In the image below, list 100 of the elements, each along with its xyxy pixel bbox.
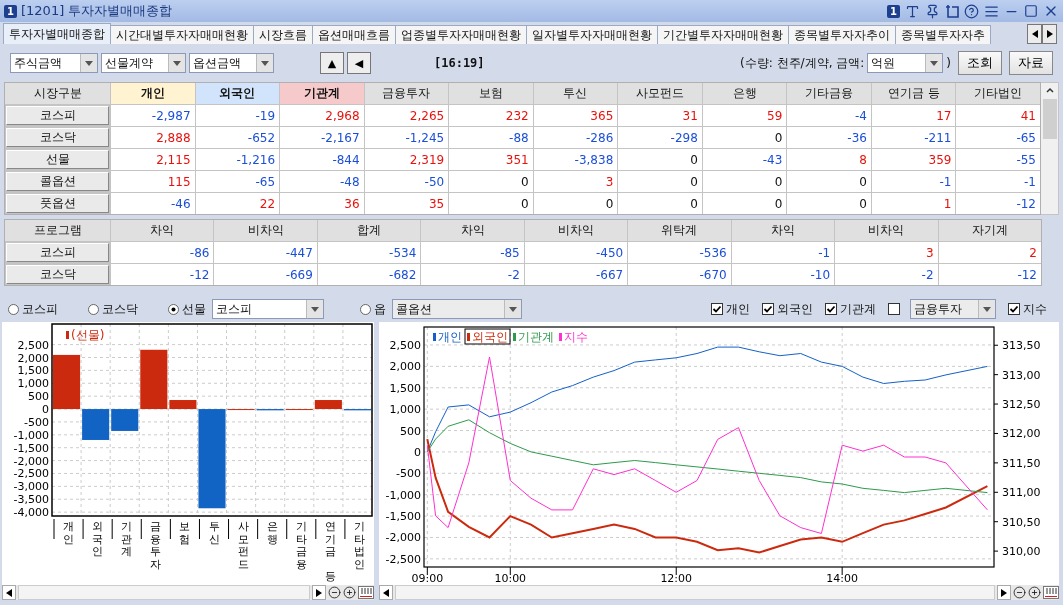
columns-icon[interactable] [1043,586,1059,599]
table-cell: 232 [449,105,533,126]
axis-label: -3,000 [13,480,49,494]
checkbox-icon[interactable] [711,303,723,315]
dropdown[interactable]: 코스피 [212,299,324,319]
tab[interactable]: 종목별투자자추 [895,25,991,44]
checkbox[interactable]: 지수 [1008,300,1047,318]
row-header-button[interactable]: 코스닥 [6,265,109,284]
dropdown[interactable]: 옵션금액 [189,53,274,73]
radio-icon[interactable] [168,303,179,315]
action-button[interactable]: 자료 [1009,51,1053,75]
scrollbar-thumb[interactable] [1042,99,1057,139]
table-cell: 365 [533,105,618,126]
axis-label: 09:00 [411,572,444,585]
corner-icon[interactable] [945,4,959,18]
tab[interactable]: 시장흐름 [253,25,313,44]
axis-label: 10:00 [494,572,527,585]
radio-icon[interactable] [8,303,19,315]
radio-button[interactable]: 옵 [360,300,386,318]
radio-button[interactable]: 선물 [168,300,206,318]
checkbox-icon[interactable] [762,303,774,315]
category-label: 투신 [208,520,220,546]
caret-icon [80,54,97,72]
tab[interactable]: 시간대별투자자매매현황 [110,25,254,44]
row-header-button[interactable]: 콜옵션 [6,172,109,191]
table-cell: -534 [317,242,421,263]
scroll-left-button[interactable] [1027,24,1042,44]
caret-icon [168,54,185,72]
zoom-in-icon[interactable] [1028,586,1041,599]
tab[interactable]: 기간별투자자매매현황 [657,25,789,44]
table-cell: 2,115 [111,149,195,170]
legend-item[interactable]: 개인 [433,330,462,344]
zoom-out-icon[interactable] [1013,586,1026,599]
table-cell: -669 [214,264,317,285]
row-header-button[interactable]: 코스피 [6,106,109,125]
checkbox[interactable]: 외국인 [762,300,813,318]
category-label: 금융투자 [150,520,162,571]
radio-icon[interactable] [88,303,99,315]
axis-label: 2,500 [389,338,421,352]
radio-button[interactable]: 코스피 [8,300,58,318]
maximize-icon[interactable] [1024,4,1038,18]
row-header-button[interactable]: 풋옵션 [6,194,109,213]
row-header-button[interactable]: 코스피 [6,243,109,262]
checkbox-icon[interactable] [825,303,837,315]
column-header: 차익 [111,220,214,241]
table-cell: -43 [702,149,787,170]
radio-button[interactable]: 코스닥 [88,300,138,318]
legend-item[interactable]: 외국인 [464,328,511,345]
help-icon[interactable] [964,3,979,19]
axis-label: -1,000 [13,428,49,442]
table-cell: -65 [956,127,1040,148]
legend-item[interactable]: 기관계 [513,330,554,344]
dropdown[interactable]: 금융투자 [910,299,996,319]
scroll-right-button[interactable] [1042,24,1057,44]
caret-icon [504,300,521,318]
toolbar-badge[interactable]: 1 [887,4,900,18]
zoom-out-icon[interactable] [328,586,341,599]
axis-label: -2,500 [13,467,49,481]
caret-icon [925,54,943,72]
right-arrow-icon [1001,588,1007,597]
table-cell: -2,987 [111,105,195,126]
scrollbar[interactable] [379,585,1059,600]
scrollbar[interactable] [2,585,374,600]
zoom-in-icon[interactable] [343,586,356,599]
column-header: 보험 [449,83,533,104]
radio-icon[interactable] [360,303,371,315]
menu-icon[interactable] [984,3,999,19]
table-cell: -2,167 [280,127,364,148]
columns-icon[interactable] [358,586,374,599]
table-cell: -286 [533,127,618,148]
tab[interactable]: 투자자별매매종합 [3,23,111,44]
scrollbar[interactable] [1041,82,1059,215]
column-header: 위탁계 [628,220,731,241]
tab[interactable]: 업종별투자자매매현황 [395,25,527,44]
nav-button[interactable]: ◀ [347,52,371,74]
dropdown[interactable]: 억원 [867,53,944,73]
row-header-button[interactable]: 코스닥 [6,128,109,147]
checkbox[interactable]: 기관계 [825,300,876,318]
column-header: 비차익 [214,220,317,241]
table-cell: -4 [787,105,871,126]
nav-button[interactable]: ▲ [320,52,344,74]
checkbox[interactable]: 개인 [711,300,750,318]
row-header-button[interactable]: 선물 [6,150,109,169]
dropdown[interactable]: 콜옵션 [392,299,522,319]
axis-label: 310,50 [1002,515,1041,529]
table-cell: -12 [956,193,1040,214]
tab[interactable]: 옵션매매흐름 [312,25,396,44]
table-cell: -652 [195,127,280,148]
checkbox-icon[interactable] [1008,303,1020,315]
checkbox[interactable] [888,303,900,315]
table-cell: 0 [702,127,787,148]
tab[interactable]: 일자별투자자매매현황 [526,25,658,44]
pin-icon[interactable] [925,3,940,19]
table-cell: -844 [280,149,364,170]
dropdown[interactable]: 주식금액 [10,53,98,73]
font-icon[interactable] [905,3,920,19]
action-button[interactable]: 조회 [958,51,1002,75]
dropdown[interactable]: 선물계약 [101,53,186,73]
axis-label: -2,000 [13,454,49,468]
tab[interactable]: 종목별투자자추이 [788,25,896,44]
